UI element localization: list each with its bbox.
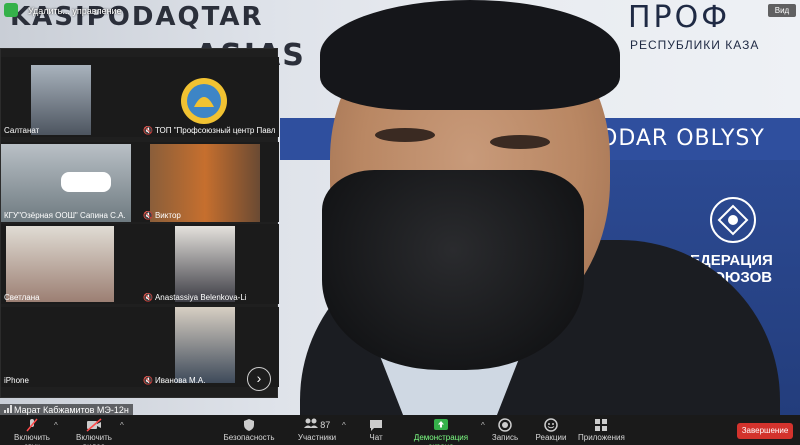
shield-icon[interactable] — [4, 3, 18, 17]
record-icon — [498, 418, 512, 432]
participant-tile[interactable]: Салтанат — [1, 57, 140, 137]
participant-name: ТОП "Профсоюзный центр Павло... — [154, 126, 275, 135]
participants-icon — [303, 418, 318, 428]
reactions-icon — [544, 418, 558, 432]
participant-tile[interactable]: iPhone — [1, 307, 140, 387]
participants-options-caret[interactable]: ^ — [342, 421, 346, 430]
banner-right-title: ПРОФ — [628, 0, 731, 35]
unmute-label: Включить звук — [14, 433, 50, 445]
video-options-caret[interactable]: ^ — [120, 421, 124, 430]
muted-mic-icon: 🔇 — [143, 376, 153, 385]
reactions-button[interactable]: Реакции — [534, 418, 568, 442]
apps-button[interactable]: Приложения — [578, 418, 625, 442]
participant-video — [175, 226, 235, 302]
muted-mic-icon: 🔇 — [143, 126, 153, 135]
mic-muted-icon — [26, 418, 38, 432]
participant-name: Виктор — [154, 211, 181, 220]
gallery-panel: Салтанат 🔇 ТОП "Профсоюзный центр Павло..… — [0, 48, 279, 398]
start-video-button[interactable]: Включить видео — [64, 418, 124, 445]
speaker-mask — [322, 170, 584, 370]
share-screen-label: Демонстрация экрана — [413, 433, 469, 445]
participant-name: Светлана — [4, 293, 40, 302]
participant-tile[interactable]: 🔇 Виктор — [140, 142, 279, 222]
end-meeting-button[interactable]: Завершение — [737, 423, 793, 439]
participant-video — [6, 226, 114, 302]
participant-tile[interactable]: Светлана — [1, 224, 140, 304]
start-video-label: Включить видео — [76, 433, 112, 445]
participant-mask — [61, 172, 111, 192]
federation-logo-icon — [710, 197, 756, 243]
video-off-icon — [86, 418, 102, 432]
signal-icon — [4, 405, 12, 413]
participant-name: Anastassiya Belenkova-Li — [154, 293, 247, 302]
participant-name: КГУ"Озёрная ООШ" Сапина С.А. — [4, 211, 126, 220]
speaker-eye-right — [490, 135, 550, 149]
blue-band-text: ODAR OBLYSY — [600, 126, 765, 151]
security-button[interactable]: Безопасность — [222, 418, 276, 442]
share-screen-icon — [434, 419, 448, 430]
participant-name: iPhone — [4, 376, 29, 385]
unmute-button[interactable]: Включить звук — [6, 418, 58, 445]
security-label: Безопасность — [223, 433, 275, 442]
chat-icon — [370, 420, 382, 431]
muted-mic-icon: 🔇 — [143, 293, 153, 302]
chat-label: Чат — [369, 433, 383, 442]
audio-options-caret[interactable]: ^ — [54, 421, 58, 430]
participant-video — [175, 307, 235, 383]
organization-logo-icon — [181, 78, 227, 124]
participants-button[interactable]: 87 Участники — [294, 418, 340, 442]
participant-tile[interactable]: 🔇 Anastassiya Belenkova-Li — [140, 224, 279, 304]
banner-right-subtitle: РЕСПУБЛИКИ КАЗА — [630, 38, 760, 52]
view-button[interactable]: Вид — [768, 4, 796, 17]
participants-count: 87 — [320, 420, 331, 430]
record-button[interactable]: Запись — [490, 418, 520, 442]
muted-mic-icon: 🔇 — [143, 211, 153, 220]
apps-icon — [595, 419, 607, 431]
meeting-toolbar: Включить звук ^ Включить видео ^ Безопас… — [0, 415, 800, 445]
participant-tile[interactable]: 🔇 ТОП "Профсоюзный центр Павло... — [140, 57, 279, 137]
participants-label: Участники — [297, 433, 337, 442]
speaker-eye-left — [375, 128, 435, 142]
remote-control-label[interactable]: Удалить... управление — [28, 6, 122, 16]
participant-video — [31, 65, 91, 135]
share-screen-button[interactable]: Демонстрация экрана — [402, 418, 480, 445]
participant-tile[interactable]: КГУ"Озёрная ООШ" Сапина С.А. — [1, 142, 140, 222]
speaker-hair — [320, 0, 620, 110]
chat-button[interactable]: Чат — [364, 418, 388, 442]
chevron-right-icon[interactable]: › — [247, 367, 271, 391]
speaker-name: Марат Кабжамитов МЭ-12н — [14, 405, 129, 415]
record-label: Запись — [491, 433, 519, 442]
participant-name: Салтанат — [4, 126, 40, 135]
shield-icon — [244, 419, 254, 431]
reactions-label: Реакции — [535, 433, 567, 442]
apps-label: Приложения — [578, 433, 625, 442]
participant-name: Иванова М.А. — [154, 376, 206, 385]
share-options-caret[interactable]: ^ — [481, 421, 485, 430]
